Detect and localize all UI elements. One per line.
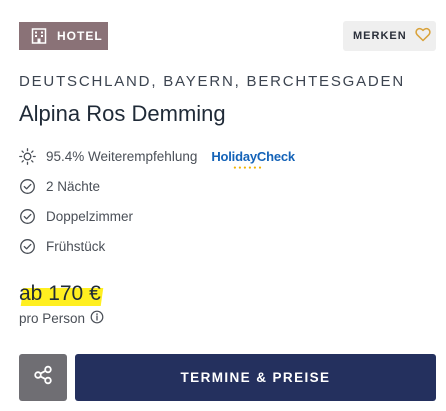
sun-icon <box>19 148 36 165</box>
share-icon <box>33 365 53 390</box>
hotel-badge-label: HOTEL <box>57 29 103 43</box>
save-button[interactable]: MERKEN <box>343 21 436 51</box>
share-button[interactable] <box>19 354 67 401</box>
hotel-building-icon <box>31 28 47 44</box>
feature-recommendation: 95.4% Weiterempfehlung HolidayCheck ●●●●… <box>19 148 295 171</box>
check-circle-icon <box>19 208 36 225</box>
location-breadcrumb: DEUTSCHLAND, BAYERN, BERCHTESGADEN <box>19 73 405 90</box>
info-icon[interactable] <box>90 310 104 327</box>
dates-prices-button[interactable]: TERMINE & PREISE <box>75 354 436 401</box>
feature-room-text: Doppelzimmer <box>46 209 134 224</box>
feature-room: Doppelzimmer <box>19 208 133 225</box>
holidaycheck-rating-dots: ●●●●●● <box>233 165 264 171</box>
save-button-label: MERKEN <box>353 30 407 42</box>
price: ab 170 € <box>19 282 101 306</box>
hotel-title: Alpina Ros Demming <box>19 101 226 126</box>
feature-board: Frühstück <box>19 238 105 255</box>
feature-nights-text: 2 Nächte <box>46 179 101 194</box>
price-prefix: ab <box>19 282 43 305</box>
feature-board-text: Frühstück <box>46 239 106 254</box>
price-per-person-text: pro Person <box>19 311 86 326</box>
holidaycheck-logo: HolidayCheck ●●●●●● <box>211 149 295 171</box>
holidaycheck-logo-text: HolidayCheck <box>211 149 295 164</box>
check-circle-icon <box>19 238 36 255</box>
feature-recommendation-text: 95.4% Weiterempfehlung <box>46 149 198 164</box>
hotel-badge: HOTEL <box>19 22 108 50</box>
heart-icon <box>415 27 431 45</box>
check-circle-icon <box>19 178 36 195</box>
price-amount: 170 € <box>48 282 101 305</box>
price-per-person: pro Person <box>19 310 104 327</box>
feature-nights: 2 Nächte <box>19 178 100 195</box>
